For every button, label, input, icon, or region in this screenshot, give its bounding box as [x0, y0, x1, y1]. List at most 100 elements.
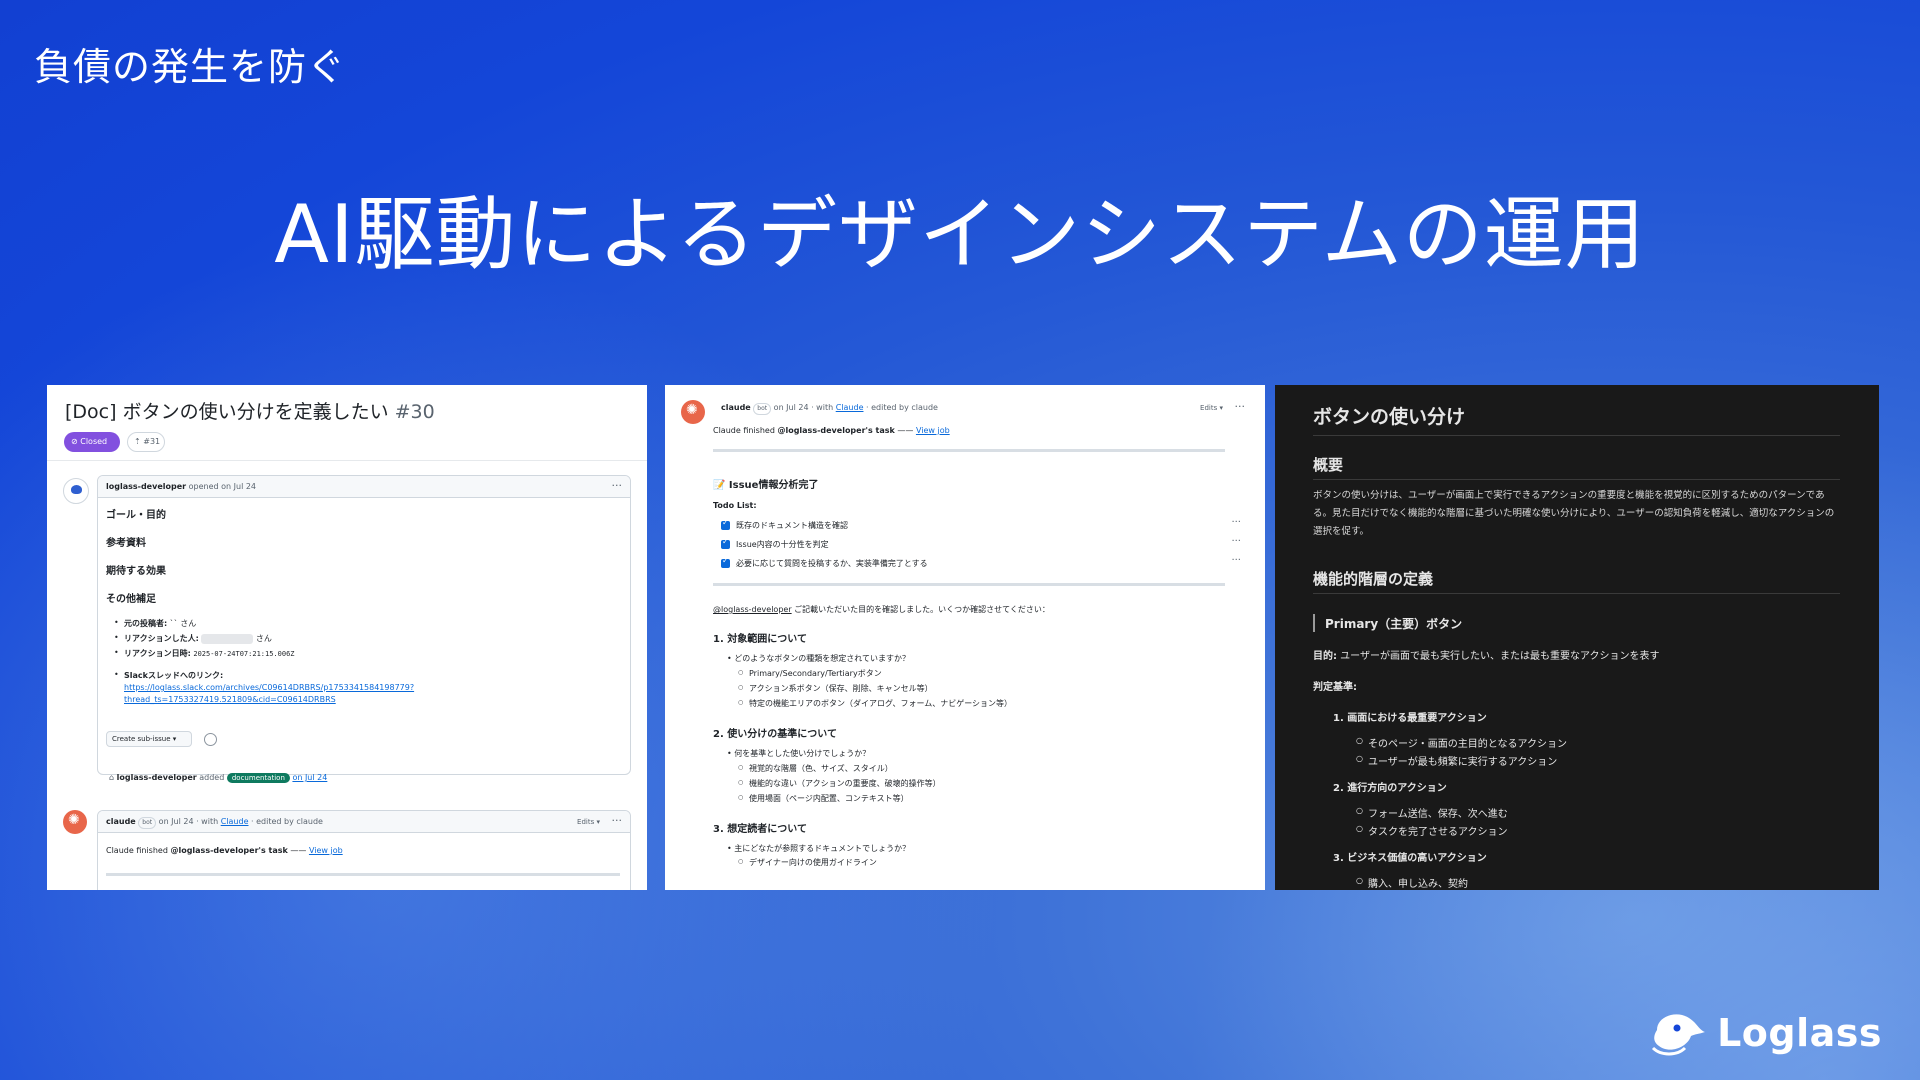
documentation-label[interactable]: documentation: [226, 773, 290, 783]
criterion-item: そのページ・画面の主目的となるアクション: [1356, 735, 1567, 750]
bot-badge: bot: [138, 817, 157, 829]
slack-link-line-2[interactable]: thread_ts=1753327419.521809&cid=C09614DR…: [124, 695, 336, 704]
claude-response-header: claude bot on Jul 24 · with Claude · edi…: [713, 397, 1253, 419]
drag-handle-icon[interactable]: ···: [1231, 536, 1241, 547]
slide-subtitle: 負債の発生を防ぐ: [34, 45, 347, 89]
divider: [1313, 593, 1840, 594]
more-options-icon[interactable]: ···: [1235, 397, 1246, 417]
claude-name[interactable]: claude: [106, 817, 136, 826]
issue-number: #30: [394, 401, 435, 423]
claude-meta-suffix: · edited by claude: [866, 403, 938, 412]
criterion-item: ユーザーが最も頻繁に実行するアクション: [1356, 753, 1557, 768]
more-options-icon[interactable]: ···: [612, 476, 623, 496]
comment-header: loglass-developer opened on Jul 24: [98, 476, 630, 498]
question-3-sub: デザイナー向けの使用ガイドライン: [738, 857, 877, 868]
add-reaction-icon[interactable]: [204, 733, 217, 746]
claude-app-link[interactable]: Claude: [836, 403, 864, 412]
question-1-sub: Primary/Secondary/Tertiaryボタン: [738, 668, 882, 679]
intro-text: ご記載いただいた目的を確認しました。いくつか確認させてください：: [791, 605, 1050, 614]
doc-title: ボタンの使い分け: [1313, 406, 1466, 428]
mention-user[interactable]: @loglass-developer: [713, 605, 792, 614]
view-job-link[interactable]: View job: [309, 846, 343, 855]
claude-avatar[interactable]: [63, 810, 87, 834]
finished-separator: ——: [897, 426, 914, 435]
todo-item: 既存のドキュメント構造を確認: [721, 518, 848, 531]
claude-comment-header: claude bot on Jul 24 · with Claude · edi…: [98, 811, 630, 833]
redacted-name: [201, 633, 254, 644]
purpose-label: 目的:: [1313, 651, 1337, 662]
claude-meta-prefix: on Jul 24 · with: [773, 403, 834, 412]
divider: [1313, 479, 1840, 480]
author-name[interactable]: loglass-developer: [106, 482, 186, 491]
intro-line: @loglass-developer ご記載いただいた目的を確認しました。いくつ…: [713, 604, 1050, 615]
section-other-notes: その他補足: [106, 594, 156, 605]
purpose-text: ユーザーが画面で最も実行したい、または最も重要なアクションを表す: [1337, 651, 1660, 662]
linked-pr-ref: #31: [143, 437, 161, 446]
drag-handle-icon[interactable]: ···: [1231, 517, 1241, 528]
note-date-value: 2025-07-24T07:21:15.006Z: [193, 650, 295, 658]
finished-user[interactable]: @loglass-developer's task: [777, 426, 894, 435]
analysis-title: 📝 Issue情報分析完了: [713, 480, 819, 491]
note-slack: Slackスレッドへのリンク:: [114, 670, 223, 681]
note-reactor-value: さん: [255, 634, 272, 643]
question-2-sub: 視覚的な階層（色、サイズ、スタイル）: [738, 763, 893, 774]
question-2-sub: 機能的な違い（アクションの重要度、破壊的操作等）: [738, 778, 941, 789]
todo-text: 必要に応じて質問を投稿するか、実装準備完了とする: [736, 559, 928, 568]
timeline-action: added: [199, 773, 225, 782]
chevron-down-icon: ▾: [172, 735, 177, 743]
divider: [713, 449, 1225, 452]
timeline-user[interactable]: loglass-developer: [117, 773, 197, 782]
criterion-title: 3. ビジネス価値の高いアクション: [1333, 853, 1487, 864]
issue-screenshot: [Doc] ボタンの使い分けを定義したい #30 ⊘ Closed ⇡ #31 …: [47, 385, 647, 890]
claude-comment: claude bot on Jul 24 · with Claude · edi…: [97, 810, 631, 890]
closed-status-text: Closed: [80, 437, 108, 446]
claude-meta-prefix: on Jul 24 · with: [158, 817, 219, 826]
checkbox-checked-icon[interactable]: [721, 518, 730, 530]
slide-headline: AI駆動によるデザインシステムの運用: [274, 188, 1646, 281]
todo-text: 既存のドキュメント構造を確認: [736, 521, 848, 530]
note-reactor-label: リアクションした人:: [124, 634, 199, 643]
linked-pr-badge[interactable]: ⇡ #31: [127, 432, 165, 452]
issue-title: [Doc] ボタンの使い分けを定義したい #30: [65, 397, 435, 424]
question-1-bullet: • どのようなボタンの種類を想定されていますか？: [727, 654, 911, 663]
finished-user[interactable]: @loglass-developer's task: [170, 846, 287, 855]
quote-bar: [1313, 614, 1315, 632]
question-3-title: 3. 想定読者について: [713, 824, 807, 835]
author-avatar[interactable]: [63, 478, 89, 504]
drag-handle-icon[interactable]: ···: [1231, 555, 1241, 566]
claude-meta-suffix: · edited by claude: [251, 817, 323, 826]
primary-heading: Primary（主要）ボタン: [1325, 617, 1463, 631]
criterion-item: 購入、申し込み、契約: [1356, 875, 1468, 890]
question-2-title: 2. 使い分けの基準について: [713, 729, 837, 740]
edits-dropdown[interactable]: Edits ▾: [1200, 397, 1223, 419]
question-3-bullet: • 主にどなたが参照するドキュメントでしょうか？: [727, 844, 911, 853]
timeline-date[interactable]: on Jul 24: [292, 773, 327, 782]
note-poster-value: `` さん: [169, 619, 197, 628]
view-job-link[interactable]: View job: [916, 426, 950, 435]
question-1-sub: アクション系ボタン（保存、削除、キャンセル等）: [738, 683, 933, 694]
issue-body-comment: loglass-developer opened on Jul 24 ··· ゴ…: [97, 475, 631, 775]
author-meta: opened on Jul 24: [188, 482, 257, 491]
question-2-text: 何を基準とした使い分けでしょうか？: [734, 749, 871, 758]
claude-response-screenshot: claude bot on Jul 24 · with Claude · edi…: [665, 385, 1265, 890]
claude-finished-line: Claude finished @loglass-developer's tas…: [713, 426, 950, 435]
edits-dropdown[interactable]: Edits ▾: [577, 811, 600, 833]
claude-app-link[interactable]: Claude: [221, 817, 249, 826]
create-sub-issue-button[interactable]: Create sub-issue ▾: [106, 731, 192, 747]
closed-status-badge: ⊘ Closed: [64, 432, 120, 452]
claude-response: claude bot on Jul 24 · with Claude · edi…: [713, 397, 1253, 890]
slack-link-line-1[interactable]: https://loglass.slack.com/archives/C0961…: [124, 683, 414, 692]
checkbox-checked-icon[interactable]: [721, 537, 730, 549]
claude-avatar[interactable]: [681, 400, 705, 424]
criteria-label: 判定基準:: [1313, 682, 1357, 693]
question-1-title: 1. 対象範囲について: [713, 634, 807, 645]
more-options-icon[interactable]: ···: [612, 811, 623, 831]
question-3-text: 主にどなたが参照するドキュメントでしょうか？: [734, 844, 911, 853]
claude-name[interactable]: claude: [721, 403, 751, 412]
todo-text: Issue内容の十分性を判定: [736, 540, 829, 549]
note-date: リアクション日時: 2025-07-24T07:21:15.006Z: [114, 648, 295, 659]
checkbox-checked-icon[interactable]: [721, 556, 730, 568]
loglass-bird-icon: [1647, 1008, 1709, 1058]
finished-prefix: Claude finished: [106, 846, 168, 855]
section-expected-effect: 期待する効果: [106, 566, 166, 577]
